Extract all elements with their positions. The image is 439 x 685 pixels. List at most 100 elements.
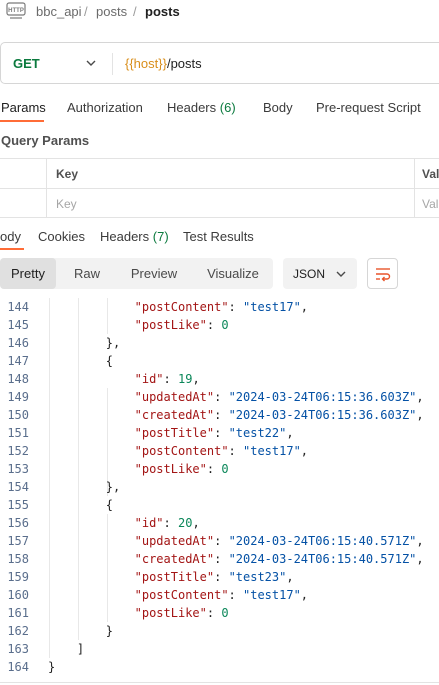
code-token: 20 (177, 516, 193, 530)
tab-params[interactable]: Params (1, 100, 46, 115)
code-token: }, (105, 336, 121, 350)
line-number: 154 (7, 480, 29, 494)
response-tabs: ody Cookies Headers (7) Test Results (0, 226, 439, 250)
line-number: 153 (7, 462, 29, 476)
code-token: : (214, 534, 229, 548)
code-token: "createdAt" (134, 552, 215, 566)
code-text: "postContent": "test17", (135, 586, 308, 604)
breadcrumb-request[interactable]: posts (145, 4, 180, 19)
line-number: 155 (7, 498, 29, 512)
code-token: : (228, 444, 243, 458)
request-tabs: Params Authorization Headers (6) Body Pr… (0, 96, 439, 122)
code-text: "postLike": 0 (135, 604, 229, 622)
breadcrumb-separator: / (133, 4, 137, 19)
code-token: "2024-03-24T06:15:40.571Z" (228, 552, 417, 566)
code-token: : (206, 462, 222, 476)
code-line: 146}, (0, 334, 439, 352)
tab-response-headers[interactable]: Headers (7) (100, 229, 169, 244)
code-token: : (214, 552, 229, 566)
code-token: "id" (134, 516, 164, 530)
breadcrumb-collection[interactable]: bbc_api (36, 4, 82, 19)
wrap-lines-button[interactable] (367, 258, 398, 289)
view-raw-button[interactable]: Raw (62, 258, 112, 289)
code-token: , (300, 300, 309, 314)
method-select[interactable]: GET (13, 56, 40, 71)
line-number: 159 (7, 570, 29, 584)
line-number: 160 (7, 588, 29, 602)
url-variable: {{host}} (125, 56, 167, 71)
code-line: 164} (0, 658, 439, 676)
code-text: { (106, 352, 113, 370)
url-path: /posts (166, 56, 202, 71)
tab-response-body[interactable]: ody (0, 229, 21, 244)
code-text: "postTitle": "test23", (135, 568, 294, 586)
code-line: 161 "postLike": 0 (0, 604, 439, 622)
breadcrumb-separator: / (84, 4, 88, 19)
code-text: "id": 19, (135, 370, 200, 388)
active-tab-indicator (0, 248, 24, 250)
response-view-toolbar: Pretty Raw Preview Visualize JSON (0, 258, 439, 290)
chevron-down-icon (336, 271, 346, 277)
line-number: 161 (7, 606, 29, 620)
code-token: : (163, 372, 178, 386)
code-text: "postTitle": "test22", (135, 424, 294, 442)
url-input[interactable]: {{host}}/posts (125, 56, 202, 71)
code-line: 144 "postContent": "test17", (0, 298, 439, 316)
code-token: , (416, 390, 424, 404)
code-token: } (105, 624, 113, 638)
breadcrumb: HTTP bbc_api / posts / posts (0, 0, 439, 24)
view-preview-button[interactable]: Preview (123, 258, 185, 289)
code-token: , (192, 516, 200, 530)
code-text: "postContent": "test17", (135, 442, 308, 460)
code-text: ] (77, 640, 84, 658)
value-column-header: Val (422, 167, 439, 181)
code-text: "postContent": "test17", (135, 298, 308, 316)
line-number: 157 (7, 534, 29, 548)
row-divider (0, 188, 439, 189)
breadcrumb-folder[interactable]: posts (96, 4, 127, 19)
code-token: : (163, 516, 178, 530)
response-body-code[interactable]: 144 "postContent": "test17", 145 "postLike"… (0, 298, 439, 678)
line-number: 162 (7, 624, 29, 638)
value-input[interactable]: Val (422, 197, 438, 211)
code-token: "2024-03-24T06:15:40.571Z" (228, 534, 417, 548)
code-text: "id": 20, (135, 514, 200, 532)
tab-cookies[interactable]: Cookies (38, 229, 85, 244)
view-visualize-button[interactable]: Visualize (200, 258, 266, 289)
code-token: "test17" (243, 300, 301, 314)
code-line: 163] (0, 640, 439, 658)
divider (0, 682, 439, 683)
chevron-down-icon[interactable] (85, 58, 97, 68)
tab-pre-request-script[interactable]: Pre-request Script (316, 100, 421, 115)
format-select[interactable]: JSON (283, 258, 357, 289)
tab-body[interactable]: Body (263, 100, 293, 115)
code-token: "postTitle" (134, 570, 215, 584)
tab-test-results[interactable]: Test Results (183, 229, 254, 244)
code-token: : (214, 408, 229, 422)
code-text: } (48, 658, 55, 676)
code-line: 158 "createdAt": "2024-03-24T06:15:40.571… (0, 550, 439, 568)
code-line: 150 "createdAt": "2024-03-24T06:15:36.603… (0, 406, 439, 424)
code-token: : (228, 300, 243, 314)
headers-count: (6) (219, 100, 236, 115)
code-token: "test23" (228, 570, 287, 584)
code-text: "updatedAt": "2024-03-24T06:15:36.603Z", (135, 388, 424, 406)
code-token: "test17" (243, 444, 301, 458)
tab-headers[interactable]: Headers (6) (167, 100, 236, 115)
view-pretty-button[interactable]: Pretty (0, 258, 56, 289)
code-line: 162} (0, 622, 439, 640)
line-number: 144 (7, 300, 29, 314)
code-token: "2024-03-24T06:15:36.603Z" (228, 408, 417, 422)
line-number: 163 (7, 642, 29, 656)
code-text: "createdAt": "2024-03-24T06:15:36.603Z", (135, 406, 424, 424)
code-token: , (286, 426, 294, 440)
wrap-lines-icon (376, 268, 391, 282)
key-input[interactable]: Key (56, 197, 77, 211)
code-token: : (214, 570, 229, 584)
code-token: "postLike" (134, 462, 207, 476)
tab-authorization[interactable]: Authorization (67, 100, 143, 115)
line-number: 164 (7, 660, 29, 674)
code-token: "postLike" (134, 606, 207, 620)
code-text: }, (106, 478, 120, 496)
code-line: 157 "updatedAt": "2024-03-24T06:15:40.571… (0, 532, 439, 550)
